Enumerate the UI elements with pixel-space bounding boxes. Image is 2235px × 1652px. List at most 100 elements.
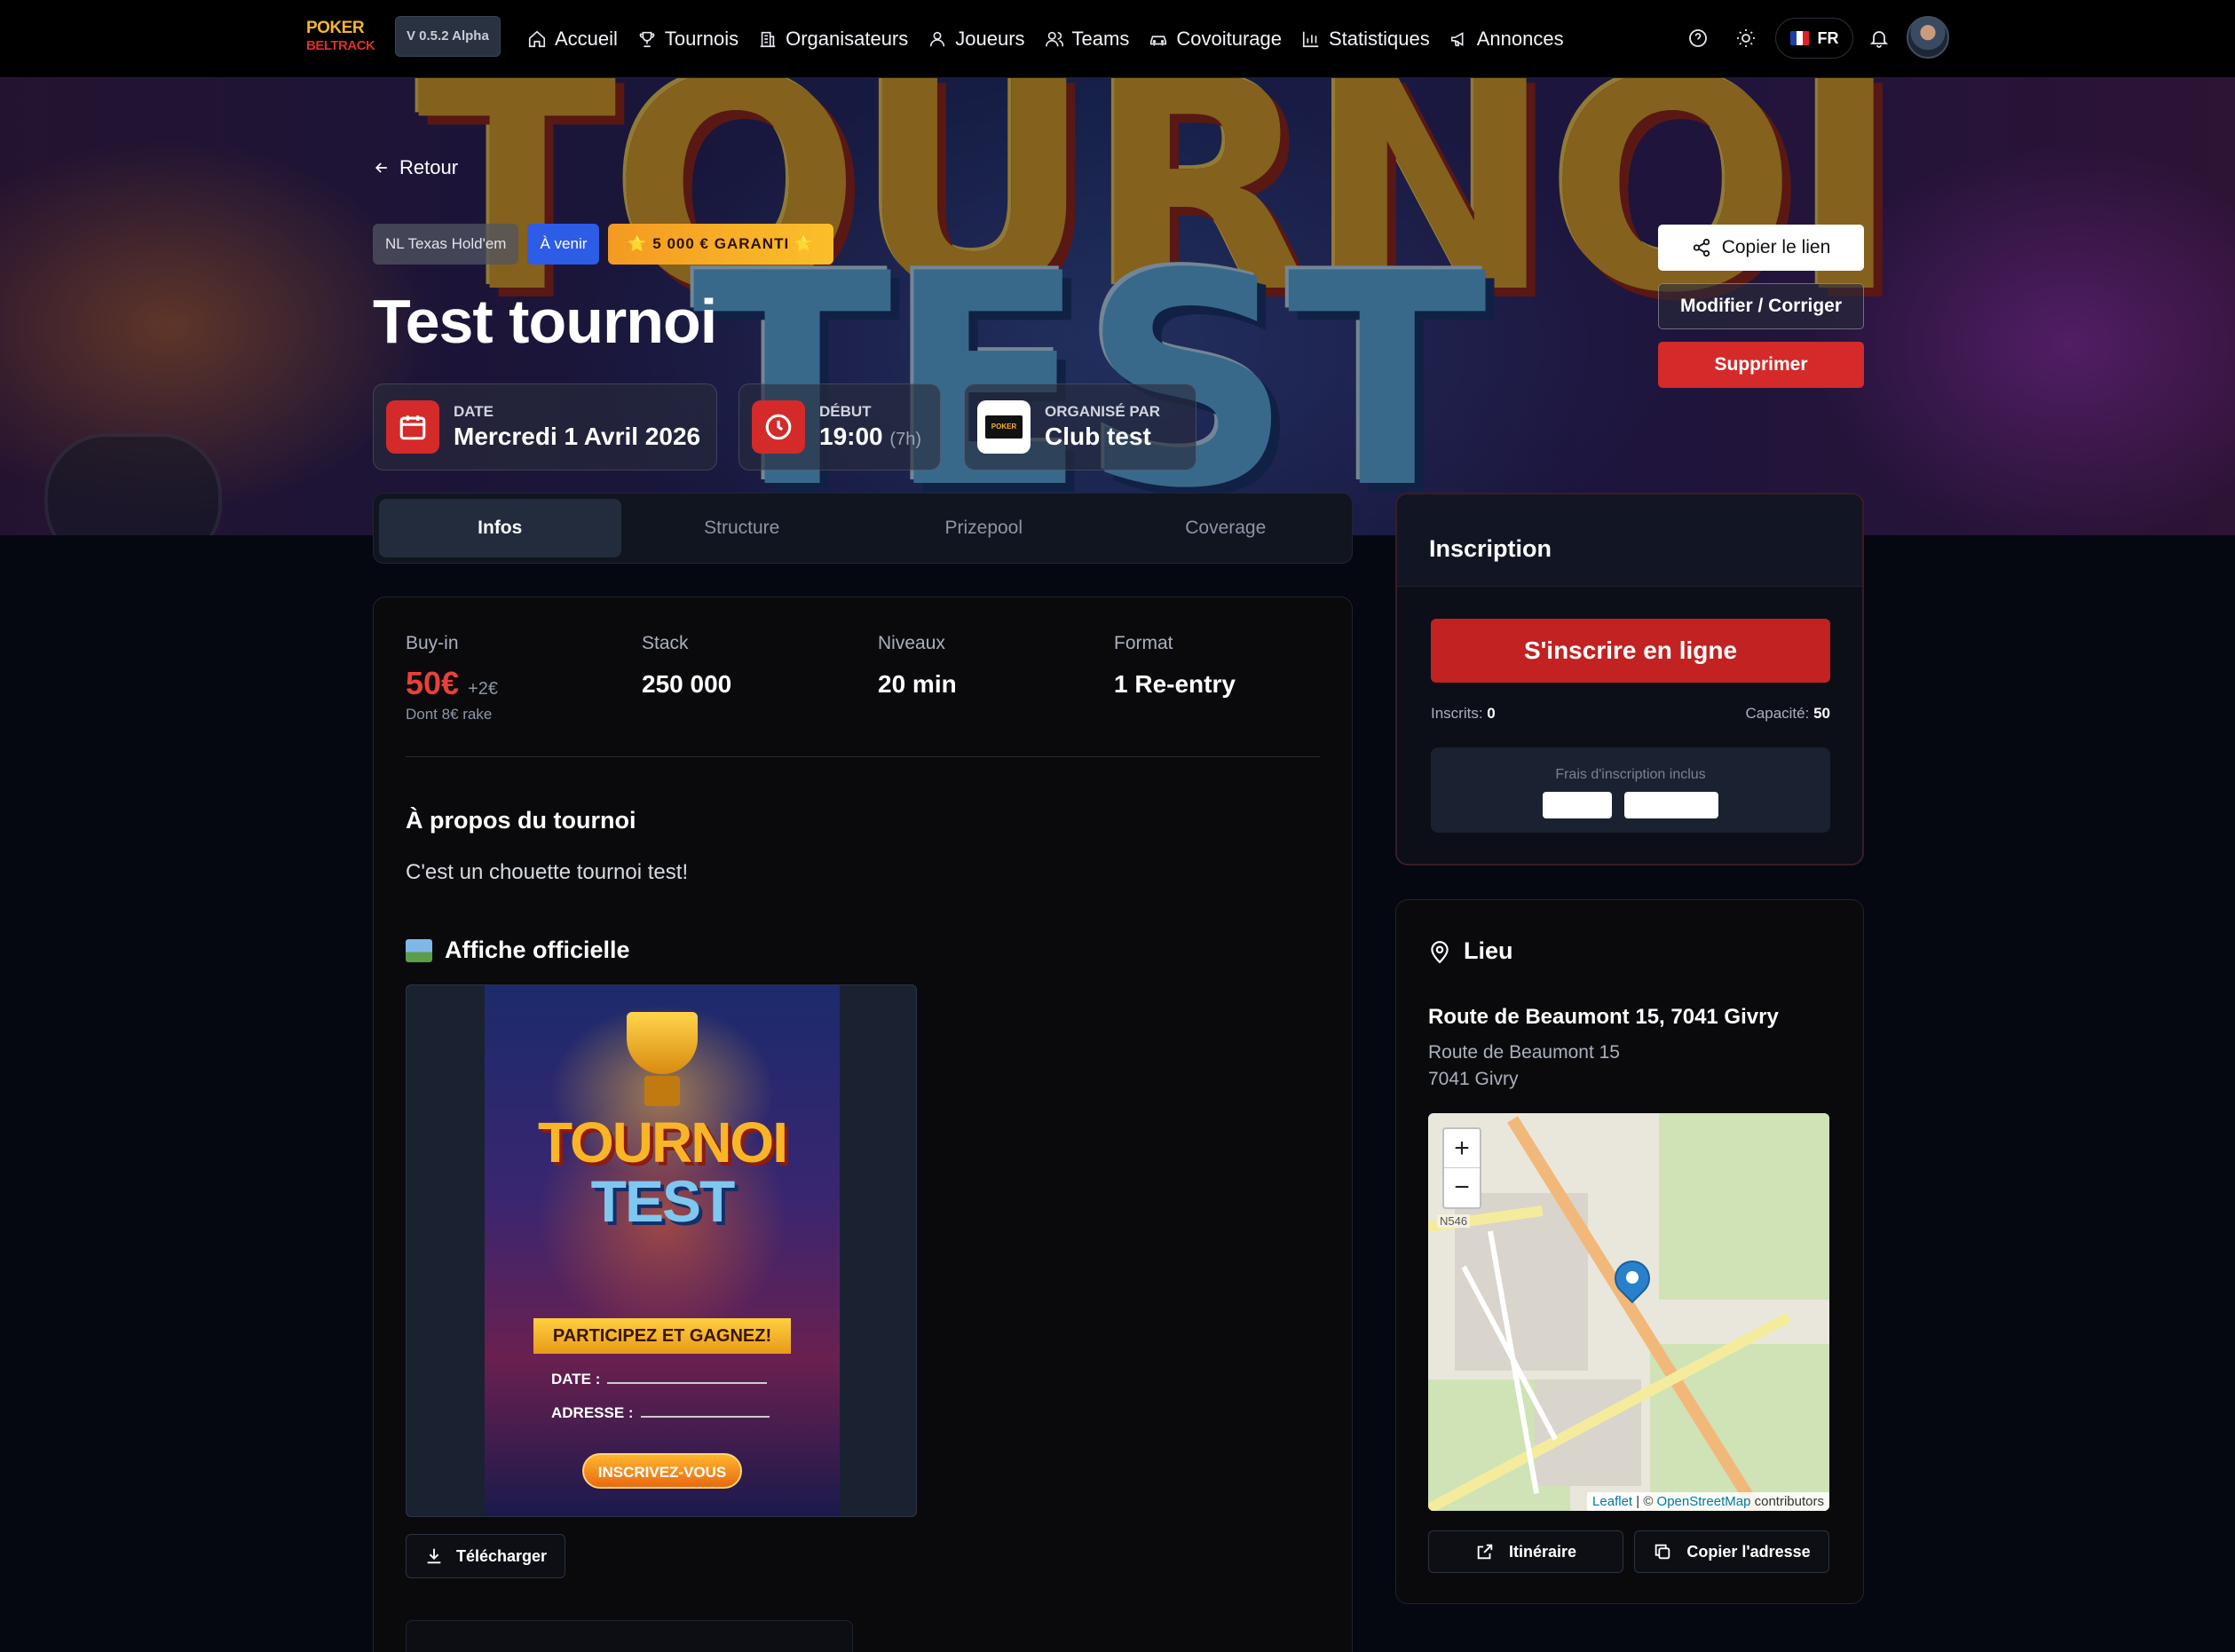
location-map[interactable]: N546 + − Leaflet | © OpenStreetMap contr… [1428,1113,1829,1511]
nav-teams-label: Teams [1071,28,1130,50]
attribution-tail: contributors [1750,1494,1824,1509]
nav-statistiques[interactable]: Statistiques [1301,28,1430,51]
poster-address-line: ADRESSE : [551,1404,770,1422]
user-icon [930,31,945,47]
map-label-n546: N546 [1437,1214,1471,1228]
location-title: Lieu [1464,937,1513,964]
date-label: Date [454,403,494,420]
share-icon [1693,238,1710,257]
nav-organisateurs[interactable]: Organisateurs [758,28,908,51]
nav-tournois-label: Tournois [664,28,739,50]
nav-tournois[interactable]: Tournois [637,28,738,51]
help-button[interactable] [1685,25,1711,51]
bell-icon [1869,31,1889,48]
user-avatar[interactable] [1907,16,1949,59]
language-label: FR [1817,28,1839,47]
zoom-in-button[interactable]: + [1444,1129,1480,1168]
copy-link-button[interactable]: Copier le lien [1658,225,1864,271]
nav-annonces-label: Annonces [1476,28,1564,50]
poster-cta: INSCRIVEZ-VOUS [582,1453,742,1489]
delete-button[interactable]: Supprimer [1658,342,1864,388]
sun-icon [1737,29,1755,47]
nav-covoiturage[interactable]: Covoiturage [1149,28,1282,51]
copy-icon [1655,1544,1670,1560]
arrow-left-icon [375,162,387,173]
location-heading: Lieu [1428,937,1513,965]
zoom-out-button[interactable]: − [1444,1168,1480,1207]
start-extra: (7h) [889,430,921,449]
date-card: Date Mercredi 1 Avril 2026 [373,383,717,470]
notifications-button[interactable] [1866,25,1892,51]
key-stats: Buy-in 50€ +2€ Dont 8€ rake Stack 250 00… [406,633,1320,757]
start-label: Début [819,403,872,420]
format-value: 1 Re-entry [1114,670,1236,698]
buyin-label: Buy-in [406,633,459,653]
osm-link[interactable]: OpenStreetMap [1657,1494,1751,1509]
calendar-icon [386,400,439,454]
buyin-value: 50€ [406,665,460,701]
back-link[interactable]: Retour [373,156,458,179]
levels-value: 20 min [878,670,957,698]
status-badge: À venir [527,224,600,265]
back-label: Retour [399,156,459,178]
map-attribution: Leaflet | © OpenStreetMap contributors [1587,1492,1829,1511]
register-online-button[interactable]: S'inscrire en ligne [1431,619,1830,683]
leaflet-link[interactable]: Leaflet [1592,1494,1632,1509]
copy-address-button[interactable]: Copier l'adresse [1634,1530,1829,1573]
tab-coverage[interactable]: Coverage [1105,499,1347,557]
language-selector[interactable]: FR [1775,18,1853,59]
stat-stack: Stack 250 000 [642,633,731,699]
poster-heading: Affiche officielle [406,937,630,964]
car-icon [1150,36,1167,46]
organizer-card[interactable]: POKER Organisé par Club test [964,383,1196,470]
about-title: À propos du tournoi [406,807,636,834]
levels-label: Niveaux [878,633,945,653]
official-poster-frame[interactable]: TOURNOI TEST PARTICIPEZ ET GAGNEZ! DATE … [406,984,917,1517]
organizer-logo-text: POKER [985,415,1023,439]
next-section-card [406,1620,853,1652]
theme-toggle-button[interactable] [1733,25,1759,51]
tab-infos[interactable]: Infos [379,499,621,557]
location-panel: Lieu Route de Beaumont 15, 7041 Givry Ro… [1395,899,1864,1604]
capacity-label: Capacité: [1745,705,1810,722]
fees-label: Frais d'inscription inclus [1555,767,1706,782]
map-zoom-control: + − [1442,1127,1481,1209]
logo-line1: POKER [306,19,365,37]
stack-value: 250 000 [642,670,732,698]
poster-ribbon: PARTICIPEZ ET GAGNEZ! [533,1318,791,1354]
nav-annonces[interactable]: Annonces [1449,28,1564,51]
version-badge: V 0.5.2 Alpha [395,16,501,57]
stack-label: Stack [642,633,689,653]
inscription-counts: Inscrits: 0 Capacité: 50 [1431,705,1830,723]
stat-buyin: Buy-in 50€ +2€ Dont 8€ rake [406,633,498,723]
official-poster-image: TOURNOI TEST PARTICIPEZ ET GAGNEZ! DATE … [485,985,840,1516]
edit-button[interactable]: Modifier / Corriger [1658,283,1864,329]
fees-box: Frais d'inscription inclus [1431,747,1830,833]
nav-joueurs[interactable]: Joueurs [928,28,1025,51]
download-poster-button[interactable]: Télécharger [406,1534,565,1578]
building-icon [760,31,776,48]
tab-bar: Infos Structure Prizepool Coverage [373,493,1353,564]
address-main: Route de Beaumont 15, 7041 Givry [1428,1005,1779,1029]
start-time-card: Début 19:00 (7h) [738,383,941,470]
app-logo[interactable]: POKER BELTRACK [306,19,375,59]
buyin-extra: +2€ [468,679,499,699]
tournament-badges: NL Texas Hold'em À venir ⭐ 5 000 € GARAN… [373,224,834,265]
fee-pill [1543,792,1612,818]
address-line1: Route de Beaumont 15 [1428,1042,1620,1063]
organizer-logo: POKER [977,400,1031,454]
tab-structure[interactable]: Structure [621,499,864,557]
home-icon [528,30,546,48]
itinerary-button[interactable]: Itinéraire [1428,1530,1623,1573]
france-flag-icon [1789,31,1810,45]
bar-chart-icon [1302,31,1319,48]
nav-teams[interactable]: Teams [1045,28,1130,51]
about-text: C'est un chouette tournoi test! [406,860,689,884]
address-line2: 7041 Givry [1428,1069,1519,1089]
download-icon [427,1548,441,1564]
tab-prizepool[interactable]: Prizepool [863,499,1105,557]
map-marker-icon[interactable] [1607,1253,1658,1310]
registered-label: Inscrits: [1431,705,1483,722]
nav-accueil[interactable]: Accueil [527,28,618,51]
infos-panel: Buy-in 50€ +2€ Dont 8€ rake Stack 250 00… [373,597,1353,1652]
